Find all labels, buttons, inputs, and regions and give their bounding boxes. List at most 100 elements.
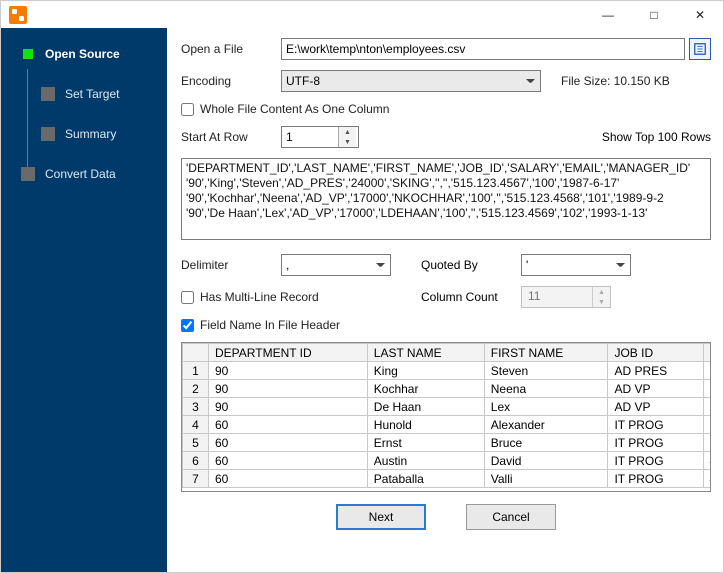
row-number: 6 (183, 452, 209, 470)
cell[interactable]: 60 (209, 416, 368, 434)
start-row-spinner[interactable]: ▲▼ (281, 126, 359, 148)
cell[interactable]: Steven (484, 362, 608, 380)
table-row[interactable]: 760PataballaValliIT PROG4800V (183, 470, 712, 488)
cell[interactable]: Bruce (484, 434, 608, 452)
multiline-label: Has Multi-Line Record (200, 290, 319, 304)
cell[interactable]: 90 (209, 362, 368, 380)
cell[interactable]: Hunold (367, 416, 484, 434)
whole-file-checkbox-input[interactable] (181, 103, 194, 116)
close-button[interactable]: ✕ (677, 1, 723, 28)
spinner-down-icon[interactable]: ▼ (339, 137, 356, 147)
table-row[interactable]: 560ErnstBruceIT PROG6000E (183, 434, 712, 452)
preview-line: '90','King','Steven','AD_PRES','24000','… (186, 176, 706, 191)
cell[interactable]: 4800 (703, 452, 711, 470)
step-label: Open Source (45, 47, 120, 61)
cell[interactable]: Kochhar (367, 380, 484, 398)
step-marker-icon (21, 167, 35, 181)
browse-icon (693, 42, 707, 56)
app-icon (9, 6, 27, 24)
table-row[interactable]: 660AustinDavidIT PROG4800D (183, 452, 712, 470)
start-row-input[interactable] (282, 127, 338, 147)
cell[interactable]: David (484, 452, 608, 470)
step-open-source[interactable]: Open Source (1, 41, 167, 67)
cell[interactable]: AD VP (608, 398, 703, 416)
data-table-wrap[interactable]: DEPARTMENT IDLAST NAMEFIRST NAMEJOB IDSA… (181, 342, 711, 492)
data-table: DEPARTMENT IDLAST NAMEFIRST NAMEJOB IDSA… (182, 343, 711, 488)
quoted-by-label: Quoted By (421, 258, 521, 272)
multiline-checkbox[interactable]: Has Multi-Line Record (181, 290, 391, 304)
cell[interactable]: 17000 (703, 398, 711, 416)
maximize-button[interactable]: □ (631, 1, 677, 28)
row-number: 2 (183, 380, 209, 398)
cell[interactable]: King (367, 362, 484, 380)
encoding-select[interactable]: UTF-8 (281, 70, 541, 92)
whole-file-one-column-checkbox[interactable]: Whole File Content As One Column (181, 102, 389, 116)
preview-line: '90','Kochhar','Neena','AD_VP','17000','… (186, 191, 706, 206)
step-marker-icon (41, 87, 55, 101)
step-summary[interactable]: Summary (1, 121, 167, 147)
column-count-field: 11 ▲▼ (521, 286, 611, 308)
cell[interactable]: 90 (209, 398, 368, 416)
cell[interactable]: Pataballa (367, 470, 484, 488)
cell[interactable]: Alexander (484, 416, 608, 434)
cell[interactable]: Austin (367, 452, 484, 470)
preview-line: 'DEPARTMENT_ID','LAST_NAME','FIRST_NAME'… (186, 161, 706, 176)
cell[interactable]: 6000 (703, 434, 711, 452)
column-header[interactable]: FIRST NAME (484, 344, 608, 362)
field-name-header-checkbox[interactable]: Field Name In File Header (181, 318, 340, 332)
table-row[interactable]: 290KochharNeenaAD VP17000 (183, 380, 712, 398)
browse-button[interactable] (689, 38, 711, 60)
row-number: 1 (183, 362, 209, 380)
minimize-button[interactable]: — (585, 1, 631, 28)
quoted-by-select[interactable]: ' (521, 254, 631, 276)
step-connector (27, 69, 28, 179)
cell[interactable]: IT PROG (608, 434, 703, 452)
cell[interactable]: AD PRES (608, 362, 703, 380)
cell[interactable]: 60 (209, 434, 368, 452)
raw-preview[interactable]: 'DEPARTMENT_ID','LAST_NAME','FIRST_NAME'… (181, 158, 711, 240)
cell[interactable]: IT PROG (608, 452, 703, 470)
cell[interactable]: Neena (484, 380, 608, 398)
cell[interactable]: 9000 (703, 416, 711, 434)
next-button[interactable]: Next (336, 504, 426, 530)
cell[interactable]: 24000 (703, 362, 711, 380)
wizard-sidebar: Open Source Set Target Summary Convert D… (1, 28, 167, 572)
spinner-down-icon: ▼ (593, 297, 610, 307)
cell[interactable]: 60 (209, 470, 368, 488)
cell[interactable]: IT PROG (608, 416, 703, 434)
field-name-header-checkbox-input[interactable] (181, 319, 194, 332)
column-header[interactable]: DEPARTMENT ID (209, 344, 368, 362)
show-top-rows-label: Show Top 100 Rows (602, 130, 711, 144)
file-path-input[interactable] (281, 38, 685, 60)
cancel-button[interactable]: Cancel (466, 504, 556, 530)
step-set-target[interactable]: Set Target (1, 81, 167, 107)
row-number: 7 (183, 470, 209, 488)
step-label: Set Target (65, 87, 119, 101)
cell[interactable]: 4800 (703, 470, 711, 488)
row-number: 3 (183, 398, 209, 416)
cell[interactable]: De Haan (367, 398, 484, 416)
table-row[interactable]: 190KingStevenAD PRES24000S (183, 362, 712, 380)
cell[interactable]: 17000 (703, 380, 711, 398)
cell[interactable]: 60 (209, 452, 368, 470)
open-file-label: Open a File (181, 42, 281, 56)
cell[interactable]: Ernst (367, 434, 484, 452)
column-header[interactable]: LAST NAME (367, 344, 484, 362)
file-size-label: File Size: 10.150 KB (561, 74, 670, 88)
start-row-label: Start At Row (181, 130, 281, 144)
column-header[interactable]: JOB ID (608, 344, 703, 362)
table-row[interactable]: 390De HaanLexAD VP17000L (183, 398, 712, 416)
cell[interactable]: IT PROG (608, 470, 703, 488)
column-header[interactable]: SALARY (703, 344, 711, 362)
step-convert-data[interactable]: Convert Data (1, 161, 167, 187)
encoding-label: Encoding (181, 74, 281, 88)
table-row[interactable]: 460HunoldAlexanderIT PROG9000A (183, 416, 712, 434)
cell[interactable]: Lex (484, 398, 608, 416)
spinner-up-icon[interactable]: ▲ (339, 127, 356, 137)
delimiter-select[interactable]: , (281, 254, 391, 276)
row-number: 4 (183, 416, 209, 434)
multiline-checkbox-input[interactable] (181, 291, 194, 304)
cell[interactable]: Valli (484, 470, 608, 488)
cell[interactable]: AD VP (608, 380, 703, 398)
cell[interactable]: 90 (209, 380, 368, 398)
